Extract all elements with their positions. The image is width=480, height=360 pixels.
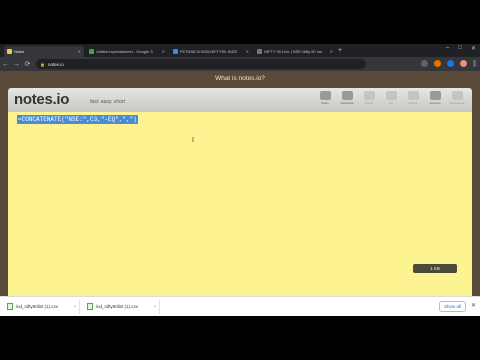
tab-close-icon[interactable]: ✕ bbox=[244, 49, 249, 54]
reload-icon[interactable]: ⟳ bbox=[22, 60, 33, 68]
facebook-icon bbox=[341, 91, 353, 100]
web-favicon bbox=[173, 49, 178, 54]
new-tab-button[interactable]: + bbox=[338, 46, 342, 55]
show-all-button[interactable]: Show all bbox=[438, 301, 466, 312]
text-cursor-icon: I bbox=[192, 137, 194, 144]
maximize-icon[interactable]: □ bbox=[458, 45, 462, 52]
back-icon[interactable]: ← bbox=[0, 61, 11, 68]
tab-strip: Notes ✕ Untitled spreadsheet - Google S … bbox=[0, 44, 480, 57]
chevron-up-icon[interactable]: ^ bbox=[74, 304, 76, 309]
window-controls: – □ ✕ bbox=[446, 45, 476, 52]
delete-icon bbox=[407, 91, 419, 100]
download-item[interactable]: ind_nifty50list (1).csv ^ bbox=[4, 299, 80, 314]
page-content: What is notes.io? notes.io fast. easy. s… bbox=[0, 71, 480, 296]
menu-kebab-icon[interactable] bbox=[473, 60, 476, 67]
extension-icon[interactable] bbox=[434, 60, 441, 67]
action-bar: Share Facebook Twitter Url Delete Accoun… bbox=[316, 91, 466, 105]
chevron-up-icon[interactable]: ^ bbox=[154, 304, 156, 309]
tab-nifty-index[interactable]: FETNSE:N:S50LNIFTY50-INDE ✕ bbox=[170, 46, 252, 57]
account-button[interactable]: Account bbox=[426, 91, 444, 105]
address-bar[interactable]: 🔒 notes.io bbox=[36, 59, 366, 69]
download-filename: ind_nifty50list (1).csv bbox=[16, 304, 59, 309]
delete-button[interactable]: Delete bbox=[404, 91, 422, 105]
csv-file-icon bbox=[7, 303, 13, 310]
url-icon bbox=[385, 91, 397, 100]
note-size-badge: 1 KB bbox=[413, 264, 457, 273]
sell-icon bbox=[451, 91, 463, 100]
action-label: Share bbox=[320, 101, 329, 105]
sheets-favicon bbox=[89, 49, 94, 54]
sell-button[interactable]: Sell/Adpage bbox=[448, 91, 466, 105]
action-label: Sell/Adpage bbox=[448, 101, 466, 105]
lock-icon: 🔒 bbox=[40, 61, 45, 67]
tab-title: NIFTY 50 Live | NSE Nifty 50 Ind bbox=[264, 49, 323, 54]
download-filename: ind_nifty50list (1).csv bbox=[96, 304, 139, 309]
notes-header: notes.io fast. easy. short Share Faceboo… bbox=[8, 88, 472, 112]
tab-close-icon[interactable]: ✕ bbox=[160, 49, 165, 54]
tab-title: Untitled spreadsheet - Google S bbox=[96, 49, 153, 54]
tab-notes[interactable]: Notes ✕ bbox=[4, 46, 84, 57]
browser-window: Notes ✕ Untitled spreadsheet - Google S … bbox=[0, 44, 480, 316]
url-text: notes.io bbox=[47, 61, 64, 67]
notes-logo[interactable]: notes.io bbox=[14, 91, 69, 108]
toolbar-icons bbox=[421, 60, 476, 67]
browser-toolbar: ← → ⟳ 🔒 notes.io bbox=[0, 57, 480, 71]
notes-favicon bbox=[7, 49, 12, 54]
close-window-icon[interactable]: ✕ bbox=[471, 45, 476, 52]
action-label: Delete bbox=[408, 101, 418, 105]
twitter-button[interactable]: Twitter bbox=[360, 91, 378, 105]
url-button[interactable]: Url bbox=[382, 91, 400, 105]
forward-icon[interactable]: → bbox=[11, 61, 22, 68]
note-editor[interactable]: =CONCATENATE("NSE:",C3,"-EQ",",") I 1 KB bbox=[8, 112, 472, 296]
bookmark-star-icon[interactable] bbox=[421, 60, 428, 67]
facebook-button[interactable]: Facebook bbox=[338, 91, 356, 105]
action-label: Url bbox=[389, 101, 393, 105]
tab-title: Notes bbox=[14, 49, 25, 54]
web-favicon bbox=[257, 49, 262, 54]
tab-nifty-live[interactable]: NIFTY 50 Live | NSE Nifty 50 Ind ✕ bbox=[254, 46, 336, 57]
action-label: Twitter bbox=[364, 101, 374, 105]
twitter-icon bbox=[363, 91, 375, 100]
share-button[interactable]: Share bbox=[316, 91, 334, 105]
profile-avatar[interactable] bbox=[460, 60, 467, 67]
action-label: Facebook bbox=[340, 101, 354, 105]
tab-spreadsheet[interactable]: Untitled spreadsheet - Google S ✕ bbox=[86, 46, 168, 57]
close-downloads-icon[interactable]: ✕ bbox=[471, 302, 476, 309]
minimize-icon[interactable]: – bbox=[446, 45, 449, 52]
tab-title: FETNSE:N:S50LNIFTY50-INDE bbox=[180, 49, 238, 54]
action-label: Account bbox=[429, 101, 441, 105]
tagline: fast. easy. short bbox=[90, 99, 125, 105]
tab-close-icon[interactable]: ✕ bbox=[328, 49, 333, 54]
what-is-link[interactable]: What is notes.io? bbox=[0, 75, 480, 82]
share-icon bbox=[319, 91, 331, 100]
tab-close-icon[interactable]: ✕ bbox=[76, 49, 81, 54]
downloads-bar: ind_nifty50list (1).csv ^ ind_nifty50lis… bbox=[0, 296, 480, 316]
download-item[interactable]: ind_nifty50list (1).csv ^ bbox=[84, 299, 160, 314]
extension-icon[interactable] bbox=[447, 60, 454, 67]
csv-file-icon bbox=[87, 303, 93, 310]
note-text-selection[interactable]: =CONCATENATE("NSE:",C3,"-EQ",",") bbox=[17, 115, 138, 124]
account-icon bbox=[429, 91, 441, 100]
